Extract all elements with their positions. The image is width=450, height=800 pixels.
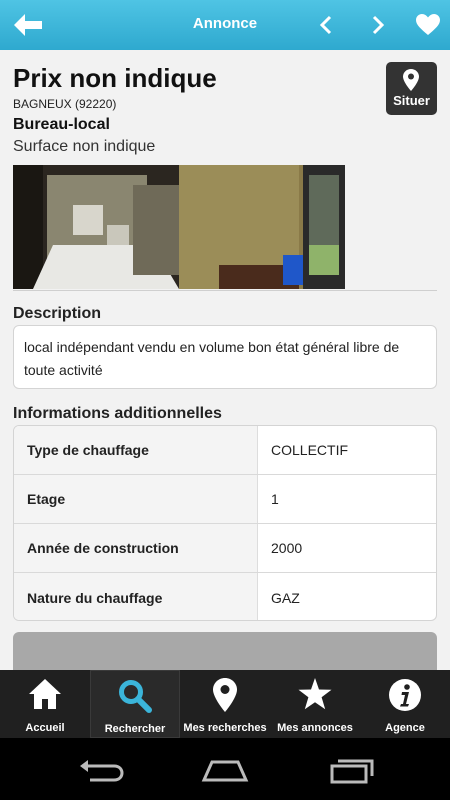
info-value: GAZ <box>271 589 300 606</box>
tab-accueil[interactable]: Accueil <box>0 670 90 738</box>
bottom-tab-bar: Accueil Rechercher Mes recherches Mes an… <box>0 670 450 738</box>
system-back-icon <box>80 760 124 782</box>
info-value: 1 <box>271 491 279 507</box>
map-pin-icon <box>213 678 237 712</box>
heart-icon <box>416 14 440 35</box>
info-label: Année de construction <box>14 524 258 572</box>
system-navigation-bar <box>0 738 450 800</box>
table-row: Type de chauffage COLLECTIF <box>14 426 436 475</box>
table-row: Année de construction 2000 <box>14 524 436 573</box>
tab-rechercher[interactable]: Rechercher <box>90 670 180 738</box>
top-app-bar: Annonce <box>0 0 450 50</box>
info-label: Etage <box>14 475 258 523</box>
tab-mes-annonces[interactable]: Mes annonces <box>270 670 360 738</box>
info-value: COLLECTIF <box>271 442 349 458</box>
tab-label: Mes recherches <box>183 722 267 734</box>
table-row: Etage 1 <box>14 475 436 524</box>
star-icon <box>298 678 332 710</box>
next-listing-button[interactable] <box>360 8 396 42</box>
tab-mes-recherches[interactable]: Mes recherches <box>180 670 270 738</box>
tab-label: Rechercher <box>104 723 166 735</box>
tab-label: Accueil <box>25 722 65 734</box>
system-home-icon <box>201 760 249 782</box>
listing-price: Prix non indique <box>13 63 217 93</box>
property-photo[interactable] <box>13 165 345 289</box>
table-row: Nature du chauffage GAZ <box>14 573 436 620</box>
additional-info-heading: Informations additionnelles <box>13 405 222 422</box>
system-recents-icon <box>330 759 374 784</box>
listing-type: Bureau-local <box>13 116 110 133</box>
info-label: Type de chauffage <box>14 426 258 474</box>
description-text: local indépendant vendu en volume bon ét… <box>24 339 400 378</box>
home-icon <box>29 679 61 709</box>
locate-on-map-button[interactable]: Situer <box>386 62 437 115</box>
contact-bar[interactable] <box>13 632 437 672</box>
tab-agence[interactable]: Agence <box>360 670 450 738</box>
additional-info-table: Type de chauffage COLLECTIF Etage 1 Anné… <box>13 425 437 621</box>
system-recents-button[interactable] <box>328 756 378 784</box>
description-heading: Description <box>13 305 102 322</box>
description-box: local indépendant vendu en volume bon ét… <box>13 325 437 389</box>
tab-label: Mes annonces <box>277 722 353 734</box>
info-label: Nature du chauffage <box>14 573 258 620</box>
info-value: 2000 <box>271 540 303 556</box>
listing-location: BAGNEUX (92220) <box>13 97 117 111</box>
listing-surface: Surface non indique <box>13 138 156 155</box>
map-marker-icon <box>403 69 419 91</box>
section-divider <box>13 290 437 291</box>
info-icon <box>389 679 421 711</box>
chevron-right-icon <box>372 15 385 35</box>
locate-button-label: Situer <box>393 93 430 108</box>
system-back-button[interactable] <box>76 756 126 784</box>
chevron-left-icon <box>319 15 332 35</box>
system-home-button[interactable] <box>200 756 250 784</box>
favorite-button[interactable] <box>410 8 446 42</box>
search-icon <box>119 680 152 713</box>
previous-listing-button[interactable] <box>308 8 344 42</box>
tab-label: Agence <box>385 722 425 734</box>
